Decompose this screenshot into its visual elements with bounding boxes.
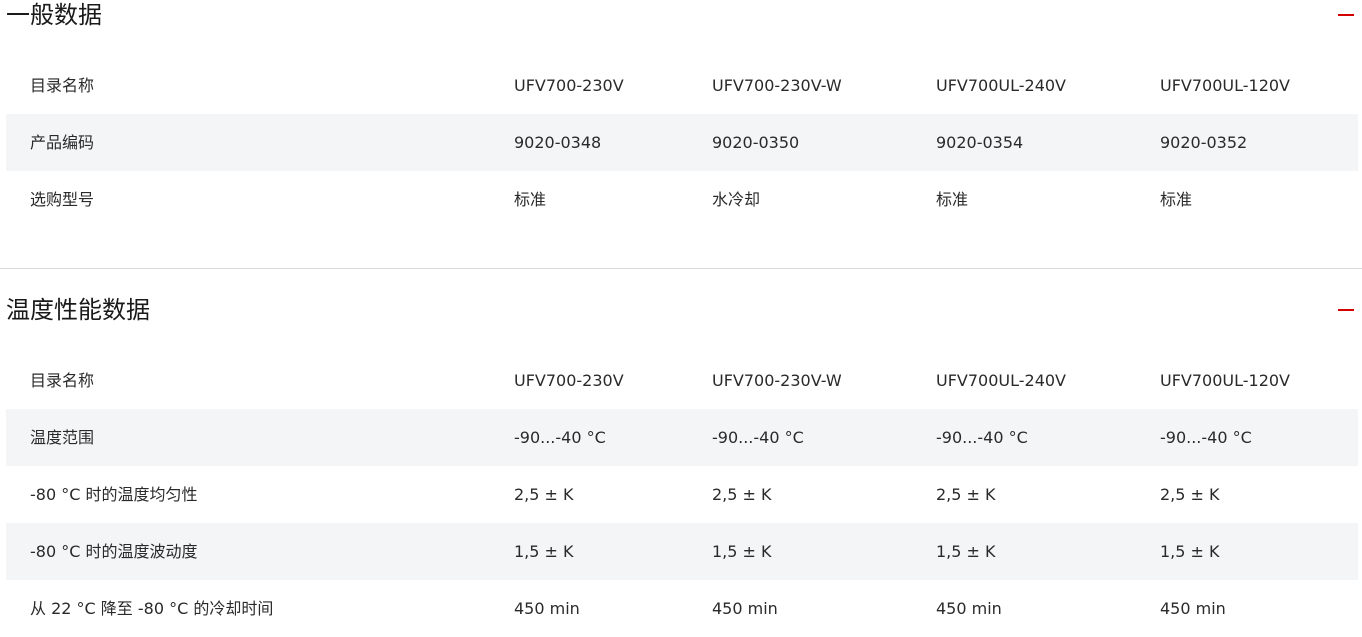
spec-table: 目录名称 UFV700-230V UFV700-230V-W UFV700UL-… [6, 352, 1358, 637]
table-row: 产品编码 9020-0348 9020-0350 9020-0354 9020-… [6, 114, 1358, 171]
collapse-button[interactable] [1334, 6, 1358, 24]
section-header: 温度性能数据 [0, 295, 1362, 335]
section-general-data: 一般数据 目录名称 UFV700-230V UFV700-230V-W UFV7… [0, 0, 1362, 268]
spec-table: 目录名称 UFV700-230V UFV700-230V-W UFV700UL-… [6, 57, 1358, 228]
cell-value: UFV700-230V-W [712, 371, 842, 390]
row-label: 产品编码 [30, 133, 95, 152]
cell-value: 9020-0354 [936, 133, 1024, 152]
section-title: 一般数据 [6, 1, 102, 29]
cell-value: 1,5 ± K [936, 542, 996, 561]
cell-value: 450 min [936, 599, 1002, 618]
cell-value: 9020-0348 [514, 133, 602, 152]
row-label: 目录名称 [30, 371, 95, 390]
cell-value: 1,5 ± K [712, 542, 772, 561]
table-row: -80 °C 时的温度波动度 1,5 ± K 1,5 ± K 1,5 ± K 1… [6, 523, 1358, 580]
cell-value: 水冷却 [712, 190, 761, 209]
row-label: 温度范围 [30, 428, 95, 447]
collapse-button[interactable] [1334, 301, 1358, 319]
cell-value: 1,5 ± K [514, 542, 574, 561]
cell-value: 450 min [712, 599, 778, 618]
cell-value: 9020-0350 [712, 133, 800, 152]
cell-value: 标准 [1160, 190, 1193, 209]
cell-value: 标准 [936, 190, 969, 209]
cell-value: UFV700UL-120V [1160, 76, 1290, 95]
section-divider [0, 268, 1362, 269]
cell-value: UFV700UL-240V [936, 371, 1066, 390]
cell-value: -90...-40 °C [712, 428, 804, 447]
table-row: 选购型号 标准 水冷却 标准 标准 [6, 171, 1358, 228]
row-label: -80 °C 时的温度均匀性 [30, 485, 198, 504]
cell-value: 2,5 ± K [936, 485, 996, 504]
row-label: 从 22 °C 降至 -80 °C 的冷却时间 [30, 599, 274, 618]
table-row: 目录名称 UFV700-230V UFV700-230V-W UFV700UL-… [6, 352, 1358, 409]
minus-icon [1338, 309, 1354, 311]
row-label: -80 °C 时的温度波动度 [30, 542, 198, 561]
cell-value: -90...-40 °C [514, 428, 606, 447]
cell-value: 1,5 ± K [1160, 542, 1220, 561]
row-label: 选购型号 [30, 190, 95, 209]
cell-value: 标准 [514, 190, 547, 209]
cell-value: -90...-40 °C [1160, 428, 1252, 447]
table-row: 从 22 °C 降至 -80 °C 的冷却时间 450 min 450 min … [6, 580, 1358, 637]
cell-value: 9020-0352 [1160, 133, 1248, 152]
row-label: 目录名称 [30, 76, 95, 95]
cell-value: UFV700UL-240V [936, 76, 1066, 95]
cell-value: 450 min [514, 599, 580, 618]
minus-icon [1338, 14, 1354, 16]
cell-value: 2,5 ± K [1160, 485, 1220, 504]
cell-value: UFV700-230V [514, 76, 624, 95]
cell-value: -90...-40 °C [936, 428, 1028, 447]
section-header: 一般数据 [0, 0, 1362, 40]
cell-value: 2,5 ± K [514, 485, 574, 504]
cell-value: UFV700-230V [514, 371, 624, 390]
table-row: 温度范围 -90...-40 °C -90...-40 °C -90...-40… [6, 409, 1358, 466]
table-row: 目录名称 UFV700-230V UFV700-230V-W UFV700UL-… [6, 57, 1358, 114]
section-title: 温度性能数据 [6, 296, 150, 324]
table-row: -80 °C 时的温度均匀性 2,5 ± K 2,5 ± K 2,5 ± K 2… [6, 466, 1358, 523]
cell-value: UFV700UL-120V [1160, 371, 1290, 390]
cell-value: UFV700-230V-W [712, 76, 842, 95]
cell-value: 2,5 ± K [712, 485, 772, 504]
cell-value: 450 min [1160, 599, 1226, 618]
section-temperature-performance: 温度性能数据 目录名称 UFV700-230V UFV700-230V-W UF… [0, 295, 1362, 627]
